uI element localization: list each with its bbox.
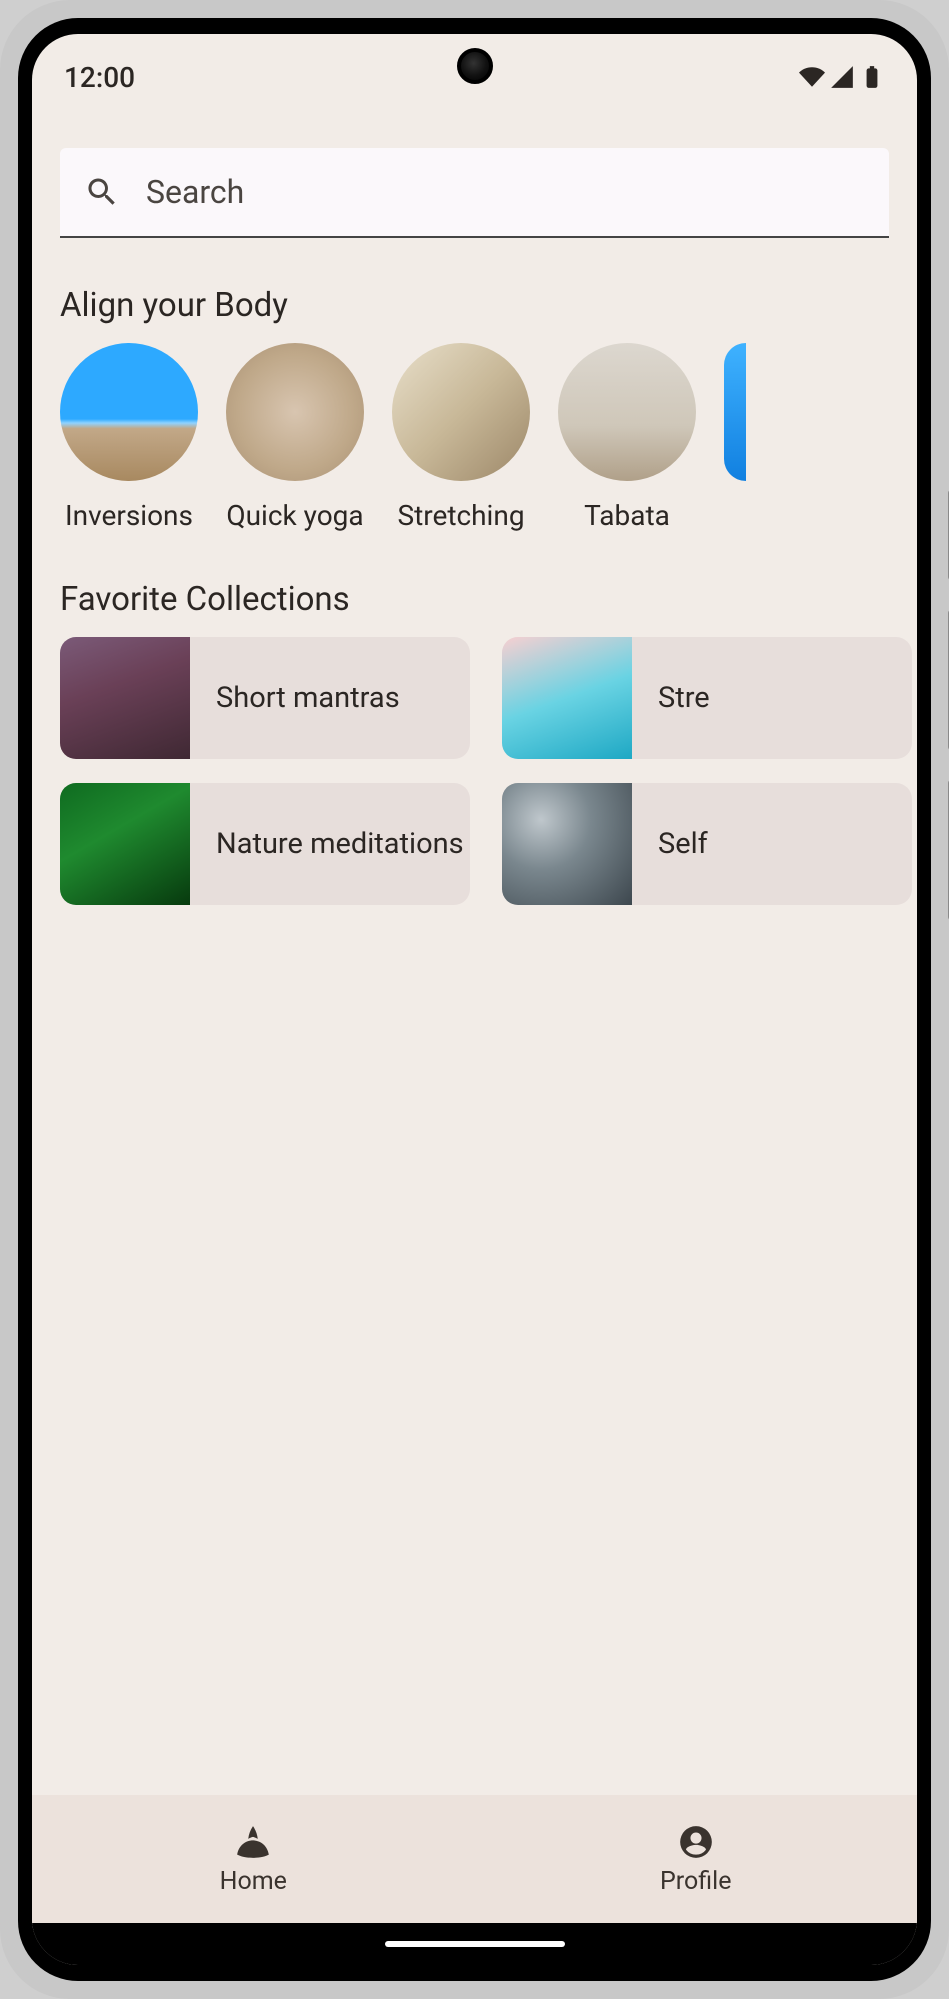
align-item-inversions[interactable]: Inversions bbox=[60, 343, 198, 532]
signal-icon bbox=[829, 64, 855, 90]
account-circle-icon bbox=[677, 1823, 715, 1861]
section-title-align: Align your Body bbox=[32, 238, 917, 343]
align-item-label: Stretching bbox=[397, 499, 524, 532]
align-item-stretching[interactable]: Stretching bbox=[392, 343, 530, 532]
fav-card-label: Stre bbox=[632, 681, 710, 715]
nav-label: Profile bbox=[660, 1867, 731, 1896]
fav-card-image bbox=[60, 783, 190, 905]
align-item-image bbox=[226, 343, 364, 481]
nav-item-home[interactable]: Home bbox=[32, 1795, 475, 1923]
status-time: 12:00 bbox=[64, 61, 135, 94]
gesture-bar[interactable] bbox=[32, 1923, 917, 1965]
fav-card-image bbox=[60, 637, 190, 759]
fav-card-stress[interactable]: Stre bbox=[502, 637, 912, 759]
bottom-nav: Home Profile bbox=[32, 1795, 917, 1923]
align-item-image bbox=[392, 343, 530, 481]
align-item-tabata[interactable]: Tabata bbox=[558, 343, 696, 532]
nav-label: Home bbox=[220, 1867, 287, 1896]
align-item-label: Tabata bbox=[584, 499, 670, 532]
align-item-quick-yoga[interactable]: Quick yoga bbox=[226, 343, 364, 532]
fav-card-short-mantras[interactable]: Short mantras bbox=[60, 637, 470, 759]
wifi-icon bbox=[799, 64, 825, 90]
main-content[interactable]: Align your Body Inversions Quick yoga St… bbox=[32, 98, 917, 1795]
align-item-label: Inversions bbox=[65, 499, 193, 532]
device-frame: 12:00 Align your Body Inversions bbox=[0, 0, 949, 1999]
align-item-image bbox=[60, 343, 198, 481]
fav-card-nature-meditations[interactable]: Nature meditations bbox=[60, 783, 470, 905]
spa-icon bbox=[234, 1823, 272, 1861]
screen: 12:00 Align your Body Inversions bbox=[32, 34, 917, 1965]
favorite-grid[interactable]: Short mantras Stre Nature meditations Se… bbox=[32, 637, 917, 905]
battery-icon bbox=[859, 64, 885, 90]
align-item-peek[interactable] bbox=[724, 343, 746, 532]
fav-card-self[interactable]: Self bbox=[502, 783, 912, 905]
gesture-pill bbox=[385, 1941, 565, 1947]
align-item-label: Quick yoga bbox=[226, 499, 363, 532]
device-bezel: 12:00 Align your Body Inversions bbox=[18, 18, 931, 1981]
search-bar[interactable] bbox=[60, 148, 889, 238]
align-item-image bbox=[558, 343, 696, 481]
front-camera bbox=[457, 48, 493, 84]
fav-card-image bbox=[502, 783, 632, 905]
status-icons bbox=[799, 64, 885, 90]
search-input[interactable] bbox=[146, 173, 865, 211]
align-item-image bbox=[724, 343, 746, 481]
nav-item-profile[interactable]: Profile bbox=[475, 1795, 918, 1923]
fav-card-image bbox=[502, 637, 632, 759]
search-icon bbox=[84, 174, 120, 210]
fav-card-label: Short mantras bbox=[190, 681, 400, 715]
align-body-row[interactable]: Inversions Quick yoga Stretching Tabata bbox=[32, 343, 917, 532]
fav-card-label: Nature meditations bbox=[190, 827, 464, 861]
fav-card-label: Self bbox=[632, 827, 708, 861]
section-title-fav: Favorite Collections bbox=[32, 532, 917, 637]
